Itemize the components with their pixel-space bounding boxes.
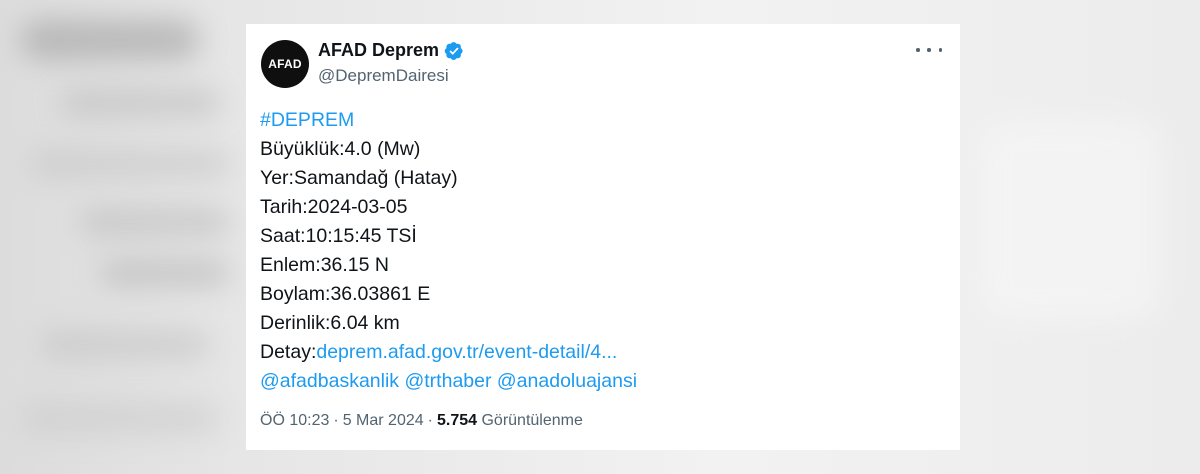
user-handle[interactable]: @DepremDairesi <box>318 66 449 86</box>
hashtag-link[interactable]: #DEPREM <box>260 109 354 131</box>
tweet-meta: ÖÖ 10:23 · 5 Mar 2024 · 5.754 Görüntülenme <box>260 412 583 430</box>
latitude-line: Enlem:36.15 N <box>260 254 389 276</box>
mention-link[interactable]: @afadbaskanlik <box>260 370 399 392</box>
views-label: Görüntülenme <box>481 412 583 429</box>
detail-label: Detay: <box>260 341 317 363</box>
depth-line: Derinlik:6.04 km <box>260 312 400 334</box>
magnitude-line: Büyüklük:4.0 (Mw) <box>260 138 421 160</box>
tweet-time[interactable]: ÖÖ 10:23 <box>260 412 329 429</box>
time-line: Saat:10:15:45 TSİ <box>260 225 417 247</box>
more-horizontal-icon[interactable] <box>916 40 942 60</box>
detail-link[interactable]: deprem.afad.gov.tr/event-detail/4... <box>316 341 617 363</box>
mention-link[interactable]: @anadoluajansi <box>497 370 637 392</box>
location-line: Yer:Samandağ (Hatay) <box>260 167 458 189</box>
meta-separator: · <box>333 412 339 429</box>
tweet-card: AFAD AFAD Deprem @DepremDairesi #DEPREM … <box>246 24 960 450</box>
longitude-line: Boylam:36.03861 E <box>260 283 431 305</box>
tweet-date[interactable]: 5 Mar 2024 <box>343 412 424 429</box>
display-name[interactable]: AFAD Deprem <box>318 40 439 61</box>
avatar[interactable]: AFAD <box>261 40 309 88</box>
meta-separator: · <box>427 412 433 429</box>
verified-badge-icon <box>444 41 463 60</box>
mention-link[interactable]: @trthaber <box>404 370 491 392</box>
views-count: 5.754 <box>436 412 478 429</box>
tweet-text: #DEPREM Büyüklük:4.0 (Mw) Yer:Samandağ (… <box>260 106 637 396</box>
avatar-logo-text: AFAD <box>268 57 302 71</box>
date-line: Tarih:2024-03-05 <box>260 196 408 218</box>
author-name-row: AFAD Deprem <box>318 40 464 61</box>
